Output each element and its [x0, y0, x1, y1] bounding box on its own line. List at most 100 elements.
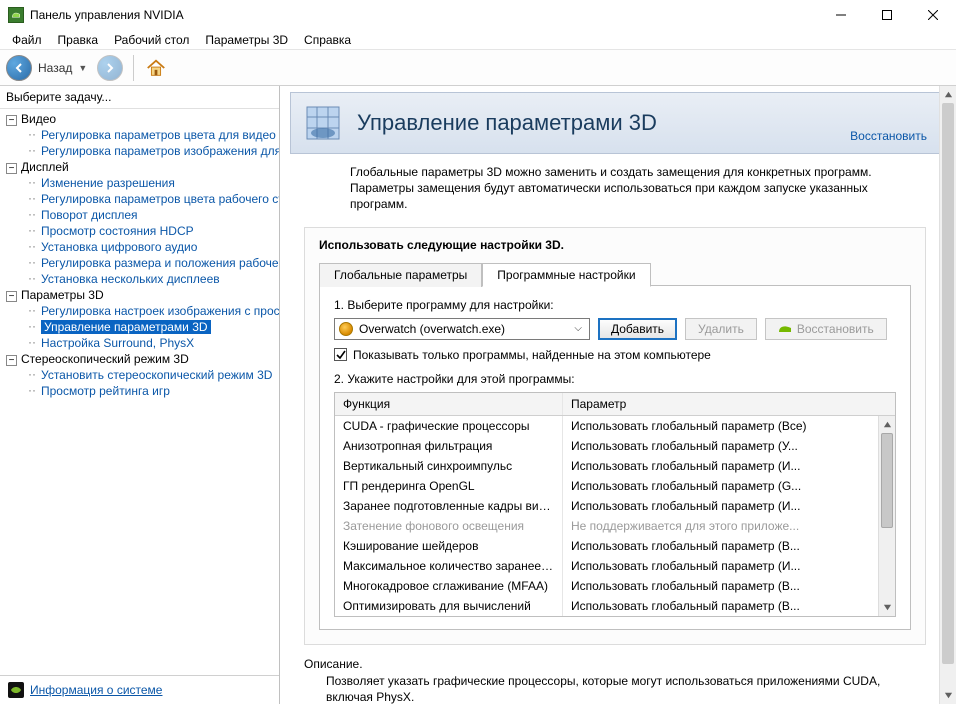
tree-item[interactable]: ·· Регулировка размера и положения рабоч…	[0, 255, 279, 271]
table-scrollbar[interactable]	[878, 416, 895, 616]
tree-category[interactable]: −Параметры 3D	[0, 287, 279, 303]
tree-expander-icon[interactable]: −	[6, 355, 17, 366]
menu-help[interactable]: Справка	[296, 31, 359, 49]
table-row[interactable]: CUDA - графические процессорыИспользоват…	[335, 416, 895, 436]
tree-item[interactable]: ·· Поворот дисплея	[0, 207, 279, 223]
tree-item-label[interactable]: Установить стереоскопический режим 3D	[41, 368, 272, 382]
table-row[interactable]: Вертикальный синхроимпульсИспользовать г…	[335, 456, 895, 476]
tree-item[interactable]: ·· Просмотр состояния HDCP	[0, 223, 279, 239]
cell-function: Многокадровое сглаживание (MFAA)	[335, 576, 563, 596]
tree-item-label[interactable]: Просмотр рейтинга игр	[41, 384, 170, 398]
tree-item-label[interactable]: Установка нескольких дисплеев	[41, 272, 220, 286]
show-only-found-checkbox[interactable]: Показывать только программы, найденные н…	[334, 348, 896, 362]
toolbar: Назад ▼	[0, 50, 956, 86]
tree-category[interactable]: −Дисплей	[0, 159, 279, 175]
tree-item[interactable]: ·· Регулировка параметров изображения дл…	[0, 143, 279, 159]
restore-defaults-link[interactable]: Восстановить	[850, 129, 927, 143]
home-button[interactable]	[144, 56, 168, 80]
table-row[interactable]: Анизотропная фильтрацияИспользовать глоб…	[335, 436, 895, 456]
table-row[interactable]: Многокадровое сглаживание (MFAA)Использо…	[335, 576, 895, 596]
menu-3d[interactable]: Параметры 3D	[197, 31, 296, 49]
tree-item-label[interactable]: Регулировка параметров цвета для видео	[41, 128, 276, 142]
restore-button: Восстановить	[765, 318, 887, 340]
program-select[interactable]: Overwatch (overwatch.exe) ⌵	[334, 318, 590, 340]
close-button[interactable]	[910, 0, 956, 30]
tree-item[interactable]: ·· Установить стереоскопический режим 3D	[0, 367, 279, 383]
main-scroll-thumb[interactable]	[942, 103, 954, 664]
tree-item[interactable]: ·· Просмотр рейтинга игр	[0, 383, 279, 399]
col-function: Функция	[335, 393, 563, 415]
tree-item[interactable]: ·· Регулировка параметров цвета для виде…	[0, 127, 279, 143]
system-info-link[interactable]: Информация о системе	[30, 683, 162, 697]
settings-group: Использовать следующие настройки 3D. Гло…	[304, 227, 926, 645]
tree-item-label[interactable]: Регулировка параметров изображения для в…	[41, 144, 279, 158]
tree-item[interactable]: ·· Регулировка настроек изображения с пр…	[0, 303, 279, 319]
cell-function: Кэширование шейдеров	[335, 536, 563, 556]
table-row[interactable]: Затенение фонового освещенияНе поддержив…	[335, 516, 895, 536]
tree-branch-icon: ··	[28, 383, 38, 397]
tree-item[interactable]: ·· Установка цифрового аудио	[0, 239, 279, 255]
cell-function: Затенение фонового освещения	[335, 516, 563, 536]
tree-item[interactable]: ·· Изменение разрешения	[0, 175, 279, 191]
main-scroll-down-icon[interactable]	[940, 687, 956, 704]
table-row[interactable]: Кэширование шейдеровИспользовать глобаль…	[335, 536, 895, 556]
page-icon	[301, 101, 345, 145]
tree-item[interactable]: ·· Настройка Surround, PhysX	[0, 335, 279, 351]
tree-item[interactable]: ·· Установка нескольких дисплеев	[0, 271, 279, 287]
settings-table[interactable]: Функция Параметр CUDA - графические проц…	[334, 392, 896, 617]
table-row[interactable]: Заранее подготовленные кадры вирту...Исп…	[335, 496, 895, 516]
col-parameter: Параметр	[563, 393, 895, 415]
menu-file[interactable]: Файл	[4, 31, 50, 49]
tree-item-label[interactable]: Настройка Surround, PhysX	[41, 336, 194, 350]
task-tree[interactable]: −Видео·· Регулировка параметров цвета дл…	[0, 109, 279, 675]
tree-item-label[interactable]: Регулировка размера и положения рабочего…	[41, 256, 279, 270]
tree-expander-icon[interactable]: −	[6, 163, 17, 174]
scroll-thumb[interactable]	[881, 433, 893, 528]
table-row[interactable]: ГП рендеринга OpenGLИспользовать глобаль…	[335, 476, 895, 496]
scroll-up-icon[interactable]	[879, 416, 895, 433]
table-row[interactable]: Оптимизировать для вычисленийИспользоват…	[335, 596, 895, 616]
step2-label: 2. Укажите настройки для этой программы:	[334, 372, 896, 386]
description-title: Описание.	[304, 657, 926, 671]
add-button[interactable]: Добавить	[598, 318, 677, 340]
scroll-down-icon[interactable]	[879, 599, 895, 616]
tab-program[interactable]: Программные настройки	[482, 263, 650, 287]
window-title: Панель управления NVIDIA	[30, 8, 818, 22]
tree-item-label[interactable]: Поворот дисплея	[41, 208, 138, 222]
table-row[interactable]: Максимальное количество заранее под...Ис…	[335, 556, 895, 576]
tree-category-label: Дисплей	[21, 160, 69, 174]
page-title: Управление параметрами 3D	[357, 110, 838, 136]
back-dropdown-icon[interactable]: ▼	[78, 63, 87, 73]
cell-parameter: Использовать глобальный параметр (В...	[563, 576, 895, 596]
task-label: Выберите задачу...	[0, 86, 279, 109]
tree-item-label[interactable]: Регулировка параметров цвета рабочего ст…	[41, 192, 279, 206]
forward-button[interactable]	[97, 55, 123, 81]
main-scrollbar[interactable]	[939, 86, 956, 704]
nvidia-app-icon	[8, 7, 24, 23]
tree-category-label: Стереоскопический режим 3D	[21, 352, 189, 366]
main-scroll-up-icon[interactable]	[940, 86, 956, 103]
menu-edit[interactable]: Правка	[50, 31, 107, 49]
menu-desktop[interactable]: Рабочий стол	[106, 31, 197, 49]
tree-expander-icon[interactable]: −	[6, 115, 17, 126]
tree-branch-icon: ··	[28, 367, 38, 381]
tree-item-label[interactable]: Управление параметрами 3D	[41, 320, 211, 334]
maximize-button[interactable]	[864, 0, 910, 30]
minimize-button[interactable]	[818, 0, 864, 30]
tabs: Глобальные параметры Программные настрой…	[319, 262, 911, 286]
tab-global[interactable]: Глобальные параметры	[319, 263, 482, 287]
table-header: Функция Параметр	[335, 393, 895, 416]
tree-item-label[interactable]: Просмотр состояния HDCP	[41, 224, 194, 238]
tree-item-label[interactable]: Изменение разрешения	[41, 176, 175, 190]
tree-category-label: Параметры 3D	[21, 288, 104, 302]
tree-item-label[interactable]: Установка цифрового аудио	[41, 240, 197, 254]
tree-category[interactable]: −Видео	[0, 111, 279, 127]
back-button[interactable]	[6, 55, 32, 81]
tree-item[interactable]: ·· Управление параметрами 3D	[0, 319, 279, 335]
tree-category[interactable]: −Стереоскопический режим 3D	[0, 351, 279, 367]
tree-item[interactable]: ·· Регулировка параметров цвета рабочего…	[0, 191, 279, 207]
chevron-down-icon: ⌵	[571, 323, 585, 334]
tree-expander-icon[interactable]: −	[6, 291, 17, 302]
tree-item-label[interactable]: Регулировка настроек изображения с просм…	[41, 304, 279, 318]
menubar: Файл Правка Рабочий стол Параметры 3D Сп…	[0, 30, 956, 50]
